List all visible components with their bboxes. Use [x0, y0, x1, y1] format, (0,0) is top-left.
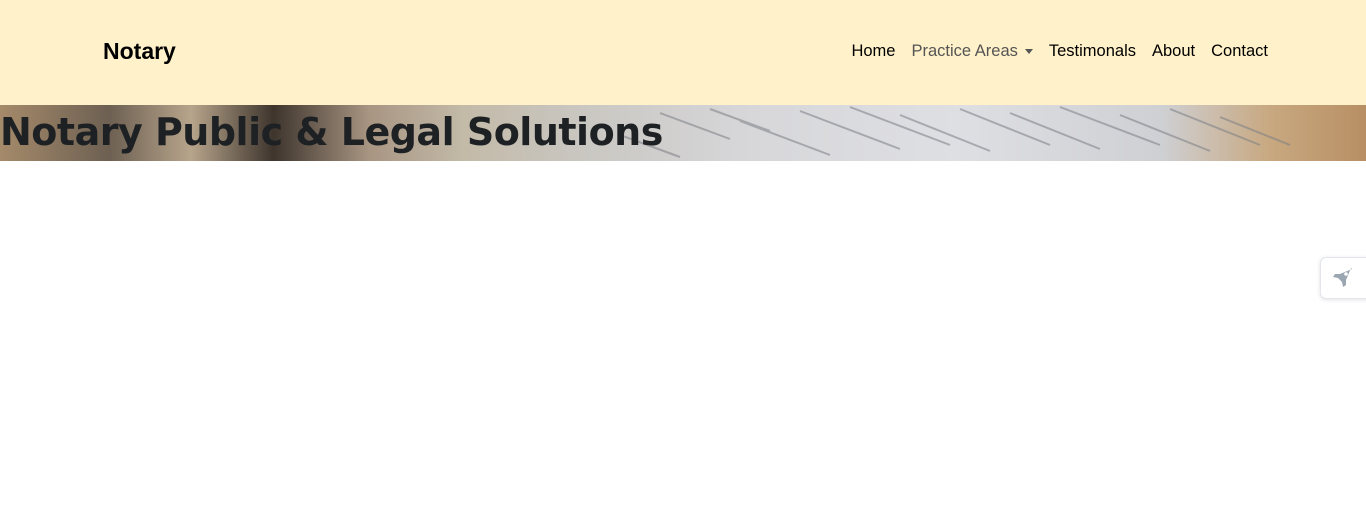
- main-nav: Home Practice Areas Testimonals About Co…: [835, 40, 1268, 62]
- nav-home-link[interactable]: Home: [851, 40, 895, 62]
- nav-about-link[interactable]: About: [1152, 40, 1195, 62]
- document-texture-image: [619, 106, 1291, 158]
- hero-banner: Notary Public & Legal Solutions: [0, 105, 1366, 161]
- hero-title: Notary Public & Legal Solutions: [0, 110, 663, 154]
- nav-testimonials-link[interactable]: Testimonals: [1049, 40, 1136, 62]
- nav-practice-areas-dropdown[interactable]: Practice Areas: [911, 40, 1033, 62]
- nav-practice-areas-label: Practice Areas: [911, 42, 1018, 60]
- caret-down-icon: [1024, 48, 1033, 54]
- navbar: Notary Home Practice Areas Testimonals A…: [0, 0, 1366, 105]
- nav-contact-link[interactable]: Contact: [1211, 40, 1268, 62]
- side-feedback-widget[interactable]: [1320, 257, 1366, 299]
- rocket-icon: [1333, 268, 1352, 287]
- brand-logo-link[interactable]: Notary: [103, 37, 176, 65]
